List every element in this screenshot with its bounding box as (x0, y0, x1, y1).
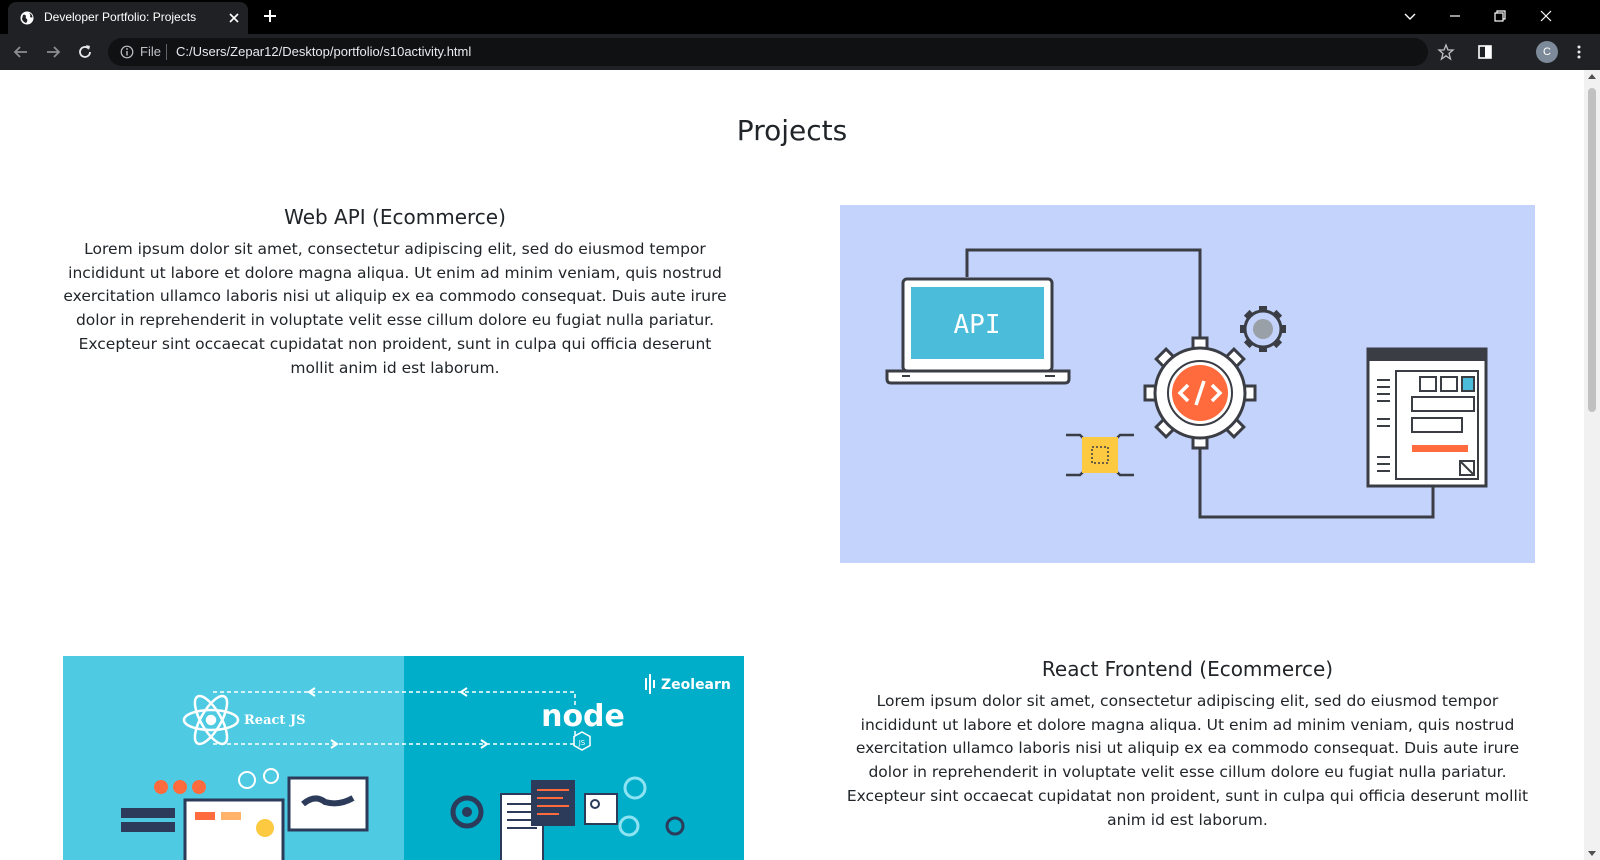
node-logo-text: node (541, 699, 625, 734)
url-text[interactable]: C:/Users/Zepar12/Desktop/portfolio/s10ac… (176, 44, 471, 59)
page-scrollbar[interactable] (1584, 70, 1600, 860)
close-window-icon[interactable] (1536, 6, 1556, 26)
project-heading-web-api: Web API (Ecommerce) (284, 205, 506, 229)
bookmark-star-icon[interactable] (1437, 43, 1455, 61)
brand-text: Zeolearn (661, 677, 731, 693)
react-node-illustration: Zeolearn React JS node JS (63, 656, 744, 860)
close-icon[interactable] (226, 10, 242, 26)
page-viewport: Projects Web API (Ecommerce) Lorem ipsum… (0, 70, 1584, 860)
info-icon[interactable] (120, 45, 134, 59)
scroll-down-arrow-icon[interactable] (1588, 851, 1596, 856)
tab-title: Developer Portfolio: Projects (44, 10, 197, 24)
omnibox-divider (166, 44, 167, 60)
forward-arrow-icon[interactable] (44, 43, 62, 61)
profile-avatar[interactable]: C (1536, 41, 1558, 63)
side-panel-icon[interactable] (1476, 43, 1494, 61)
node-js-badge: JS (578, 739, 586, 747)
tab-strip: Developer Portfolio: Projects (0, 0, 1600, 34)
wireframe-document-icon (1366, 347, 1488, 488)
small-gear-icon (1240, 306, 1286, 352)
api-screen-label: API (954, 310, 1001, 340)
minimize-icon[interactable] (1445, 6, 1465, 26)
kebab-menu-icon[interactable] (1570, 43, 1588, 61)
address-bar[interactable]: File C:/Users/Zepar12/Desktop/portfolio/… (108, 38, 1428, 66)
react-js-label: React JS (244, 713, 305, 728)
restore-icon[interactable] (1490, 6, 1510, 26)
chip-icon (1066, 433, 1134, 477)
page-title: Projects (736, 114, 848, 147)
url-scheme-label: File (140, 44, 161, 59)
web-api-illustration: API (840, 205, 1535, 563)
globe-icon (20, 11, 34, 25)
back-arrow-icon[interactable] (12, 43, 30, 61)
project-description-react-frontend: Lorem ipsum dolor sit amet, consectetur … (846, 692, 1529, 829)
project-description-web-api: Lorem ipsum dolor sit amet, consectetur … (63, 240, 727, 377)
browser-tab[interactable]: Developer Portfolio: Projects (8, 2, 248, 34)
project-heading-react-frontend: React Frontend (Ecommerce) (1041, 657, 1334, 681)
scroll-up-arrow-icon[interactable] (1588, 74, 1596, 79)
tab-search-icon[interactable] (1400, 6, 1420, 26)
laptop-icon: API (885, 277, 1071, 385)
new-tab-icon[interactable] (262, 8, 278, 24)
code-gear-icon (1143, 336, 1257, 450)
scrollbar-thumb[interactable] (1588, 88, 1596, 412)
reload-icon[interactable] (76, 43, 94, 61)
